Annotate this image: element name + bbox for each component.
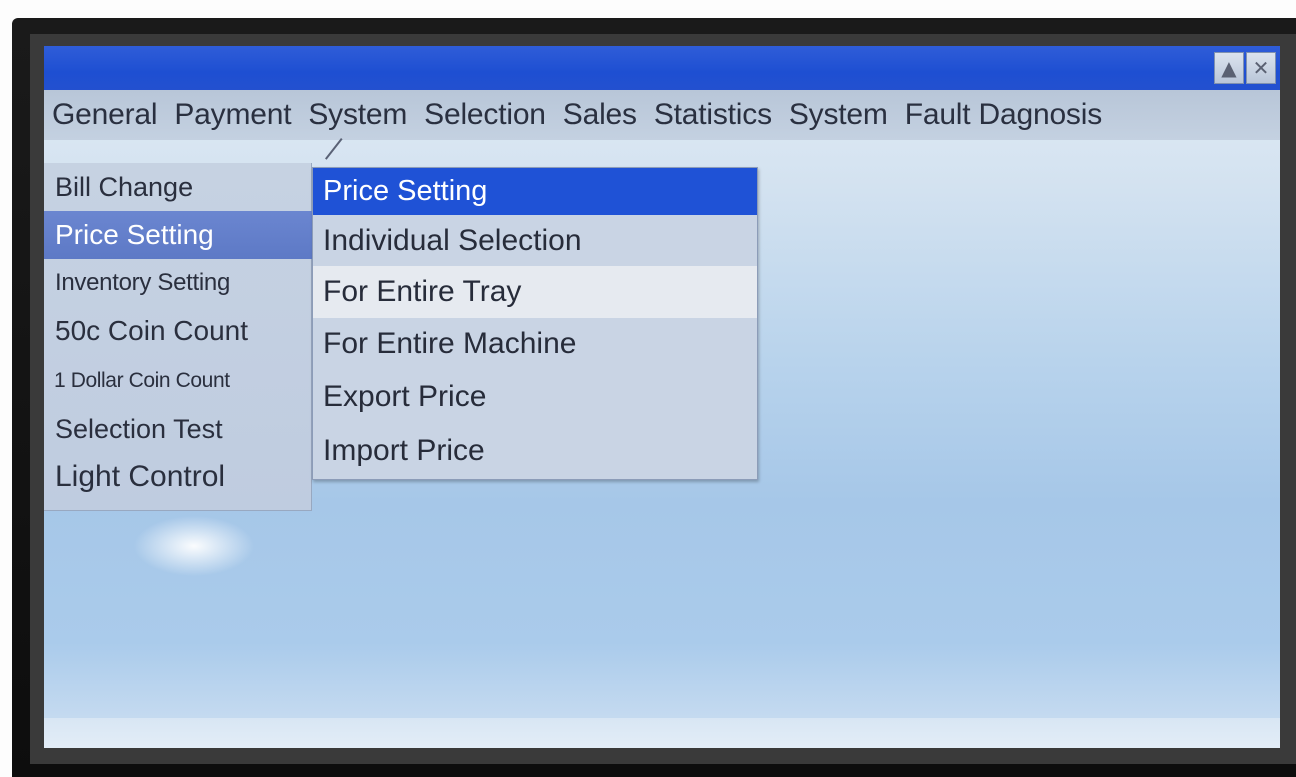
menu-system-2[interactable]: System <box>789 98 888 132</box>
window-titlebar: ▲ ✕ <box>44 46 1280 90</box>
screen-bottom-strip <box>44 718 1280 748</box>
menu-pointer-line <box>324 138 343 160</box>
menu-fault-diagnosis[interactable]: Fault Dagnosis <box>905 98 1103 132</box>
collapse-icon[interactable]: ▲ <box>1214 52 1244 84</box>
close-icon[interactable]: ✕ <box>1246 52 1276 84</box>
submenu-item-light-control[interactable]: Light Control <box>44 453 312 501</box>
popup-item-import-price[interactable]: Import Price <box>313 424 757 478</box>
price-setting-popup: Price Setting Individual Selection For E… <box>312 167 758 480</box>
menu-sales[interactable]: Sales <box>563 98 637 132</box>
popup-item-export-price[interactable]: Export Price <box>313 370 757 424</box>
popup-title: Price Setting <box>313 168 757 215</box>
submenu-item-price-setting[interactable]: Price Setting <box>44 211 312 259</box>
submenu-item-bill-change[interactable]: Bill Change <box>44 163 312 211</box>
submenu-item-selection-test[interactable]: Selection Test <box>44 405 312 453</box>
main-menubar: General Payment System Selection Sales S… <box>44 90 1280 140</box>
popup-item-individual-selection[interactable]: Individual Selection <box>313 216 757 266</box>
menu-system[interactable]: System <box>308 98 407 132</box>
menu-payment[interactable]: Payment <box>174 98 291 132</box>
menu-general[interactable]: General <box>52 98 158 132</box>
submenu-item-50c-coin-count[interactable]: 50c Coin Count <box>44 307 312 355</box>
popup-item-for-entire-tray[interactable]: For Entire Tray <box>313 266 757 318</box>
window-controls: ▲ ✕ <box>1214 52 1276 84</box>
menu-statistics[interactable]: Statistics <box>654 98 772 132</box>
submenu-item-1-dollar-coin-count[interactable]: 1 Dollar Coin Count <box>44 357 312 405</box>
popup-item-for-entire-machine[interactable]: For Entire Machine <box>313 318 757 370</box>
menu-selection[interactable]: Selection <box>424 98 546 132</box>
submenu-item-inventory-setting[interactable]: Inventory Setting <box>44 259 312 307</box>
selection-submenu: Bill Change Price Setting Inventory Sett… <box>44 163 312 511</box>
touch-screen: ▲ ✕ General Payment System Selection Sal… <box>44 46 1280 748</box>
